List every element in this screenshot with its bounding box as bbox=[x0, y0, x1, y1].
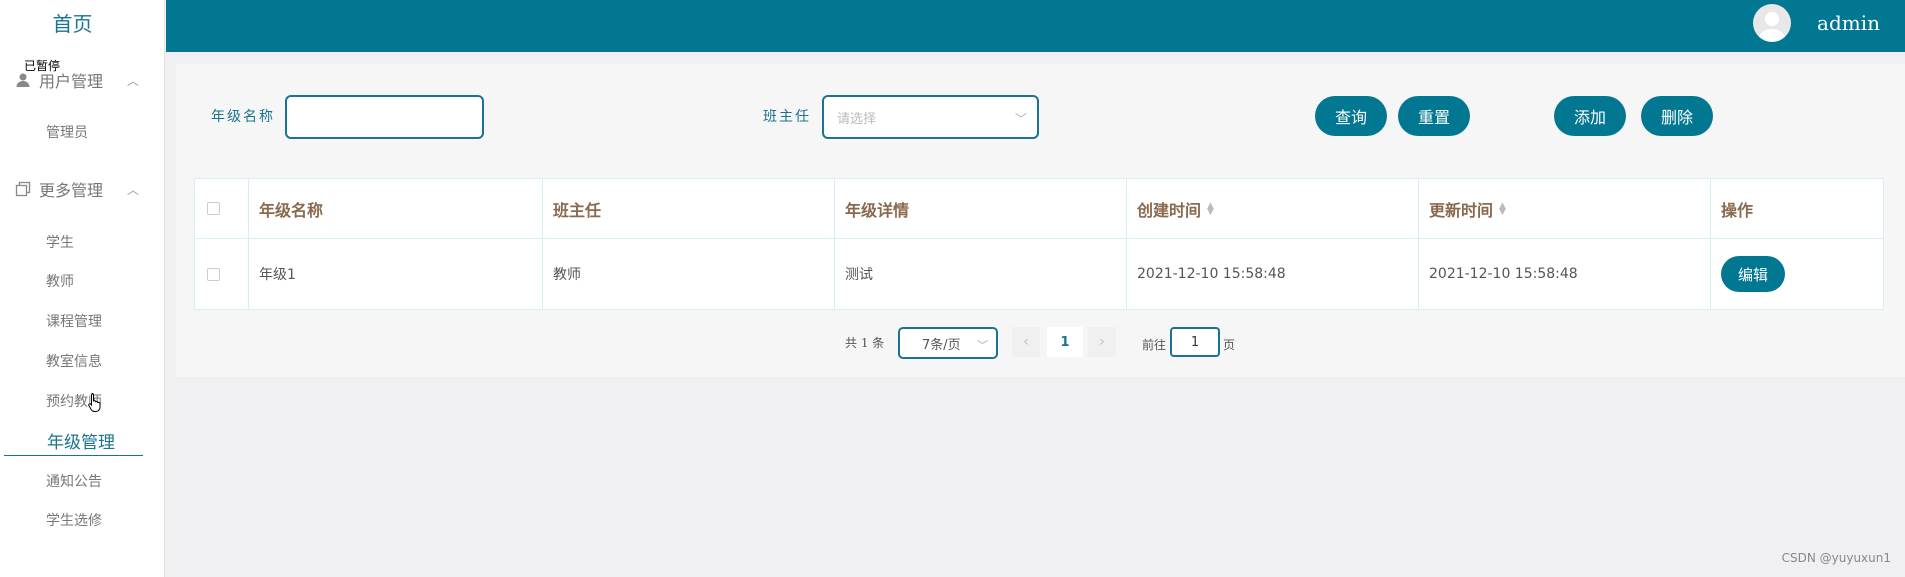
edit-button[interactable]: 编辑 bbox=[1721, 256, 1785, 292]
sort-icon[interactable]: ▲ ▼ bbox=[1499, 201, 1506, 216]
paused-tooltip: 已暂停 bbox=[24, 57, 61, 74]
username[interactable]: admin bbox=[1817, 11, 1880, 35]
pagination-total: 共 1 条 bbox=[845, 336, 885, 350]
column-header-updated[interactable]: 更新时间 ▲ ▼ bbox=[1419, 179, 1711, 238]
cell-created: 2021-12-10 15:58:48 bbox=[1127, 239, 1419, 309]
column-header-detail: 年级详情 bbox=[835, 179, 1127, 238]
select-all-cell bbox=[195, 179, 249, 238]
reset-button[interactable]: 重置 bbox=[1398, 96, 1470, 136]
grade-table: 年级名称 班主任 年级详情 创建时间 ▲ ▼ 更新时间 ▲ ▼ 操作 年级1 教师 … bbox=[194, 178, 1884, 310]
sidebar-item-classrooms[interactable]: 教室信息 bbox=[46, 351, 102, 371]
sidebar-item-students[interactable]: 学生 bbox=[46, 232, 74, 252]
head-teacher-placeholder: 请选择 bbox=[837, 111, 877, 127]
hand-cursor-icon bbox=[88, 393, 101, 412]
page-size-value: 7条/页 bbox=[922, 337, 961, 353]
query-button[interactable]: 查询 bbox=[1315, 96, 1387, 136]
add-button[interactable]: 添加 bbox=[1554, 96, 1626, 136]
select-all-checkbox[interactable] bbox=[207, 202, 220, 215]
sidebar: 首页 用户管理 ︿ 已暂停 管理员 更多管理 ︿ 学生 教师 课程管理 教室信息… bbox=[0, 0, 165, 577]
copy-icon bbox=[14, 180, 32, 198]
active-indicator bbox=[4, 455, 143, 456]
cell-grade: 年级1 bbox=[249, 239, 543, 309]
cell-updated: 2021-12-10 15:58:48 bbox=[1419, 239, 1711, 309]
sort-icon[interactable]: ▲ ▼ bbox=[1207, 201, 1214, 216]
sidebar-item-notices[interactable]: 通知公告 bbox=[46, 471, 102, 491]
sidebar-item-courses[interactable]: 课程管理 bbox=[46, 311, 102, 331]
goto-page-input[interactable]: 1 bbox=[1170, 327, 1220, 357]
avatar-icon[interactable] bbox=[1753, 4, 1791, 42]
sidebar-item-admin[interactable]: 管理员 bbox=[46, 122, 88, 142]
sidebar-home[interactable]: 首页 bbox=[0, 8, 145, 37]
delete-button[interactable]: 删除 bbox=[1641, 96, 1713, 136]
row-select-cell bbox=[195, 239, 249, 309]
head-teacher-select[interactable]: 请选择 ﹀ bbox=[822, 95, 1039, 139]
chevron-down-icon: ﹀ bbox=[977, 339, 988, 352]
top-bar: admin bbox=[166, 0, 1905, 52]
sidebar-group-label: 更多管理 bbox=[39, 181, 104, 200]
grade-name-input[interactable] bbox=[285, 95, 484, 139]
column-header-updated-label: 更新时间 bbox=[1429, 200, 1494, 220]
chevron-up-icon: ︿ bbox=[126, 74, 139, 88]
column-header-teacher: 班主任 bbox=[543, 179, 835, 238]
cell-detail: 测试 bbox=[835, 239, 1127, 309]
page-suffix-label: 页 bbox=[1223, 338, 1236, 352]
goto-label: 前往 bbox=[1142, 338, 1167, 352]
cell-teacher: 教师 bbox=[543, 239, 835, 309]
page-number-current[interactable]: 1 bbox=[1047, 327, 1083, 357]
column-header-actions: 操作 bbox=[1721, 200, 1754, 220]
column-header-created[interactable]: 创建时间 ▲ ▼ bbox=[1127, 179, 1419, 238]
column-header-created-label: 创建时间 bbox=[1137, 200, 1202, 220]
table-row: 年级1 教师 测试 2021-12-10 15:58:48 2021-12-10… bbox=[195, 239, 1883, 309]
watermark: CSDN @yuyuxun1 bbox=[1781, 551, 1891, 565]
next-page-icon[interactable]: › bbox=[1088, 327, 1116, 357]
sidebar-item-teachers[interactable]: 教师 bbox=[46, 271, 74, 291]
prev-page-icon[interactable]: ‹ bbox=[1012, 327, 1040, 357]
page-size-select[interactable]: 7条/页 ﹀ bbox=[898, 327, 998, 359]
chevron-up-icon: ︿ bbox=[126, 183, 139, 197]
head-teacher-label: 班主任 bbox=[763, 109, 811, 125]
cell-actions: 编辑 bbox=[1711, 239, 1883, 309]
chevron-down-icon: ﹀ bbox=[1014, 112, 1027, 126]
row-checkbox[interactable] bbox=[207, 267, 220, 281]
sidebar-group-more-management[interactable]: 更多管理 ︿ bbox=[14, 175, 149, 203]
sidebar-item-grades[interactable]: 年级管理 bbox=[47, 428, 115, 453]
grade-name-label: 年级名称 bbox=[211, 109, 275, 125]
table-header-row: 年级名称 班主任 年级详情 创建时间 ▲ ▼ 更新时间 ▲ ▼ 操作 bbox=[195, 179, 1883, 239]
column-header-grade: 年级名称 bbox=[249, 179, 543, 238]
sidebar-item-electives[interactable]: 学生选修 bbox=[46, 510, 102, 530]
